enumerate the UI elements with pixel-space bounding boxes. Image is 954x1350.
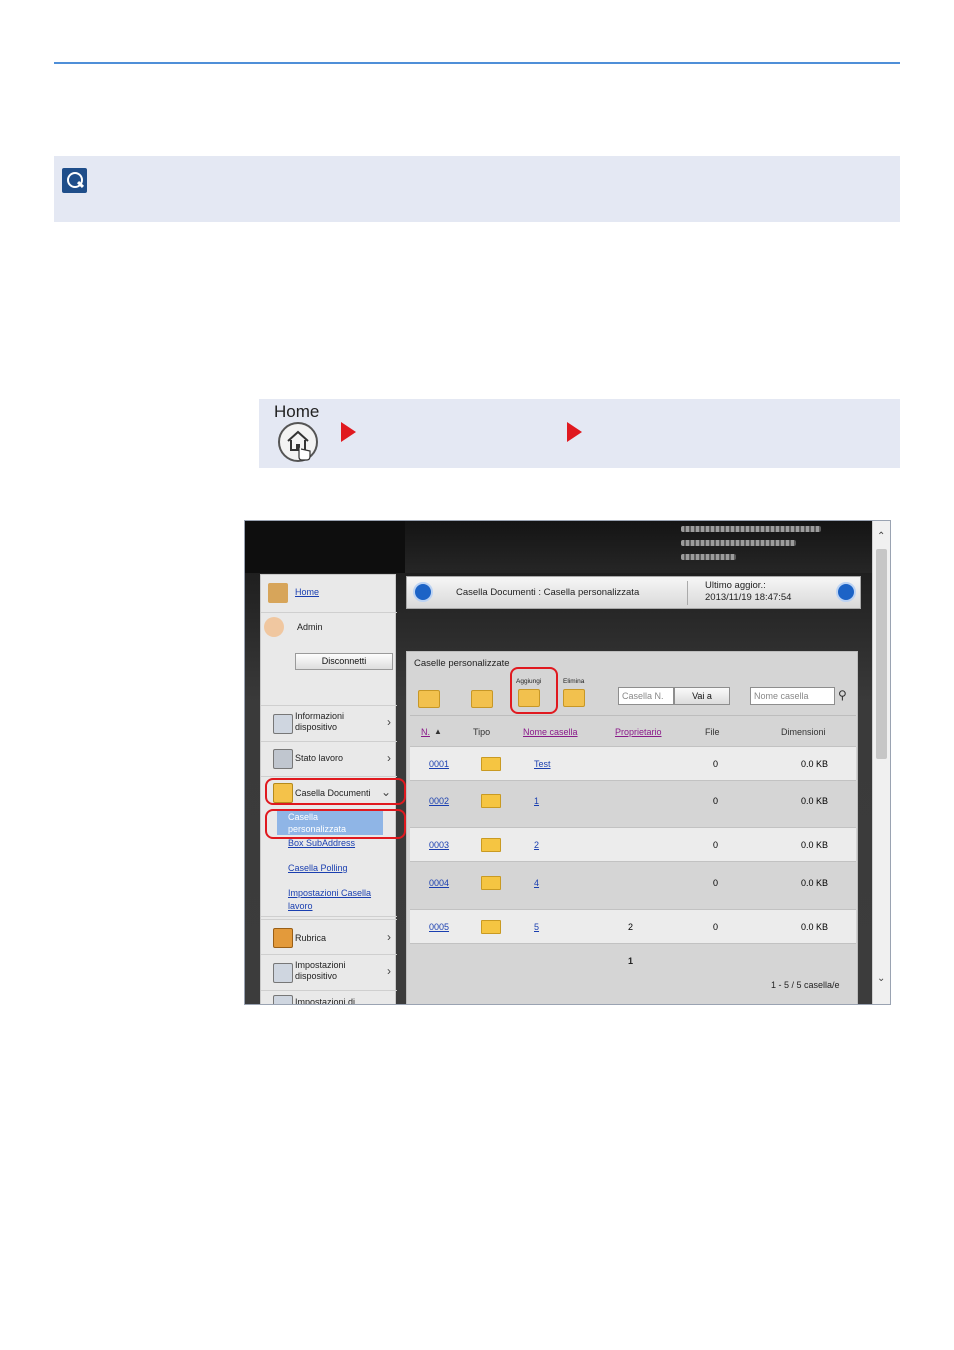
folder-icon [481,794,501,808]
job-status-icon [273,749,293,769]
column-owner[interactable]: Proprietario [615,727,662,737]
column-box-name[interactable]: Nome casella [523,727,578,737]
user-name: Admin [297,622,323,632]
highlight-ring [265,809,406,839]
goto-button[interactable]: Vai a [674,687,730,705]
folder-icon [481,838,501,852]
breadcrumb-bar: Casella Documenti : Casella personalizza… [406,576,861,609]
chevron-right-icon: › [387,715,391,729]
vertical-scrollbar[interactable]: ⌃ ⌄ [872,521,890,1004]
user-icon [264,617,284,637]
home-icon [268,583,288,603]
home-link[interactable]: Home [295,587,319,598]
search-icon[interactable]: ⚲ [838,688,847,702]
device-info-icon [273,714,293,734]
settings-icon [273,995,293,1004]
path-arrow-icon [341,422,356,442]
chevron-right-icon: › [387,964,391,978]
last-update-value: 2013/11/19 18:47:54 [705,592,792,603]
sort-ascending-icon: ▲ [434,727,442,736]
sidebar-item-settings[interactable]: Impostazioni di [261,991,397,1004]
address-book-icon [273,928,293,948]
box-count: 1 - 5 / 5 casella/e [771,980,840,990]
sidebar-user-panel: Admin Disconnetti [261,613,397,706]
home-button[interactable] [278,422,318,462]
folder-icon [481,876,501,890]
sidebar-sub-polling-box[interactable]: Casella Polling [288,863,348,874]
table-row[interactable]: 0001 Test 0 0.0 KB [410,746,856,781]
column-type: Tipo [473,727,491,737]
page-number[interactable]: 1 [628,956,633,966]
toggle-view-icon[interactable] [418,690,440,708]
scroll-down-icon[interactable]: ⌄ [877,973,885,984]
home-hand-icon [287,430,311,461]
main-panel: Caselle personalizzate Aggiungi Elimina … [406,651,858,1004]
column-size: Dimensioni [781,727,826,737]
folder-icon [481,920,501,934]
disconnect-button[interactable]: Disconnetti [295,653,393,670]
column-files: File [705,727,720,737]
last-update-label: Ultimo aggior.: [705,580,766,591]
top-divider [54,62,900,64]
column-number[interactable]: N. [421,727,430,737]
delete-box-button[interactable] [563,689,585,707]
sidebar-item-job-status[interactable]: Stato lavoro › [261,742,397,777]
sidebar-item-device-info[interactable]: Informazioni dispositivo › [261,706,397,742]
page-title: Caselle personalizzate [414,658,510,669]
browser-screenshot: ⌃ ⌄ Home Admin Disconnetti Informazioni … [244,520,891,1005]
sidebar-item-address-book[interactable]: Rubrica › [261,919,397,955]
table-row[interactable]: 0005 5 2 0 0.0 KB [410,909,856,944]
box-name-search-input[interactable]: Nome casella [750,687,835,705]
table-row[interactable]: 0002 1 0 0.0 KB [410,784,856,819]
home-label: Home [274,402,320,421]
path-arrow-icon [567,422,582,442]
delete-label: Elimina [563,678,585,685]
navigation-path: Home [259,399,900,468]
sidebar-item-device-settings[interactable]: Impostazioni dispositivo › [261,955,397,991]
sidebar-sub-box-subaddress[interactable]: Box SubAddress [288,838,355,849]
chevron-right-icon: › [387,751,391,765]
highlight-ring [510,667,558,714]
breadcrumb: Casella Documenti : Casella personalizza… [456,587,640,598]
sidebar-sub-job-box-settings[interactable]: Impostazioni Casella [288,888,371,899]
folder-icon [481,757,501,771]
device-settings-icon [273,963,293,983]
page-header [245,521,873,573]
owner-box-icon[interactable] [471,690,493,708]
box-number-input[interactable]: Casella N. [618,687,674,705]
sidebar-item-home[interactable]: Home [261,575,397,613]
note-box [54,156,900,222]
refresh-icon[interactable] [836,582,856,602]
table-row[interactable]: 0003 2 0 0.0 KB [410,827,856,862]
chevron-right-icon: › [387,930,391,944]
highlight-ring [265,778,406,805]
note-magnifier-icon [62,168,87,193]
scroll-up-icon[interactable]: ⌃ [877,531,885,542]
back-icon[interactable] [413,582,433,602]
scroll-thumb[interactable] [876,549,887,759]
table-row[interactable]: 0004 4 0 0.0 KB [410,866,856,901]
